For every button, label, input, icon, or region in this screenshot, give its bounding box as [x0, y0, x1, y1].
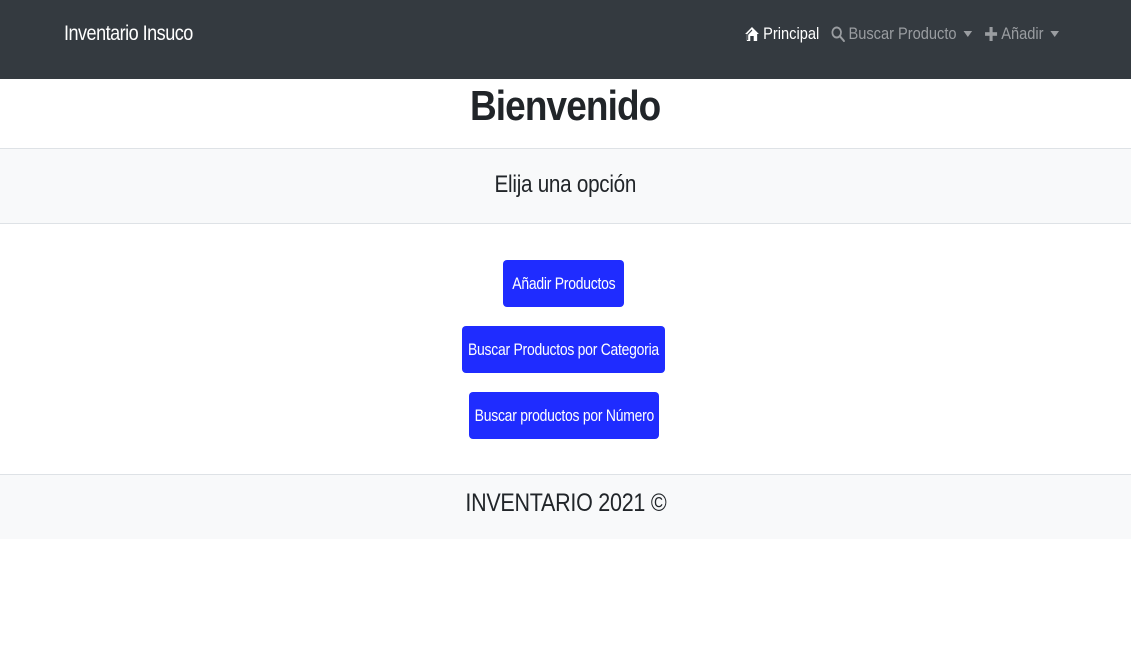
chevron-down-icon: [1050, 31, 1059, 37]
subtitle-band: Elija una opción: [0, 148, 1131, 224]
add-products-button-label: Añadir Productos: [512, 273, 616, 293]
search-by-number-button[interactable]: Buscar productos por Número: [469, 392, 659, 439]
home-icon: [745, 27, 759, 41]
nav-item-principal[interactable]: Principal: [744, 24, 819, 44]
chevron-down-icon: [963, 31, 973, 37]
navbar: Inventario Insuco Principal Buscar Produ…: [0, 0, 1131, 79]
nav-item-principal-label: Principal: [763, 24, 820, 43]
nav-item-buscar-producto-label: Buscar Producto: [848, 24, 957, 43]
add-products-button[interactable]: Añadir Productos: [503, 260, 624, 307]
footer: INVENTARIO 2021 ©: [0, 474, 1131, 539]
search-by-category-button[interactable]: Buscar Productos por Categoria: [462, 326, 665, 373]
page-title: Bienvenido: [0, 82, 1131, 130]
search-icon: [831, 26, 846, 42]
nav-item-anadir-label: Añadir: [1001, 24, 1044, 43]
search-by-category-button-label: Buscar Productos por Categoria: [468, 339, 659, 359]
subtitle: Elija una opción: [494, 171, 637, 198]
brand-link[interactable]: Inventario Insuco: [64, 22, 193, 46]
footer-text: INVENTARIO 2021 ©: [464, 489, 667, 517]
page-title-text: Bienvenido: [470, 82, 661, 129]
nav-menu: Principal Buscar Producto Añadir: [732, 24, 1059, 44]
nav-item-buscar-producto[interactable]: Buscar Producto: [831, 24, 973, 44]
search-by-number-button-label: Buscar productos por Número: [474, 405, 654, 425]
nav-item-anadir[interactable]: Añadir: [984, 24, 1059, 44]
plus-icon: [984, 27, 997, 41]
